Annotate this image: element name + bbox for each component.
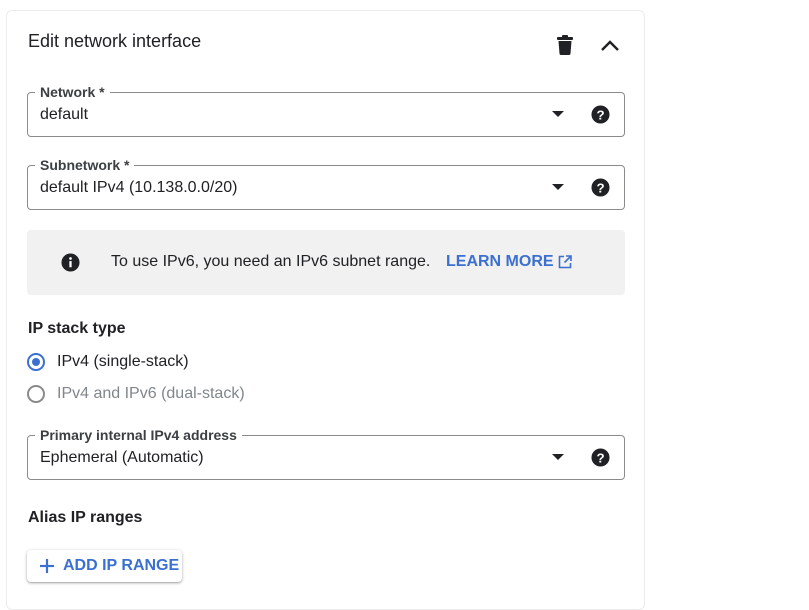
network-label: Network * (35, 83, 110, 101)
help-icon[interactable]: ? (591, 178, 610, 197)
help-icon[interactable]: ? (591, 105, 610, 124)
dropdown-arrow-icon (552, 184, 564, 190)
network-value: default (40, 106, 89, 123)
radio-button-checked[interactable] (27, 353, 45, 371)
primary-ipv4-select[interactable]: Primary internal IPv4 address Ephemeral … (27, 426, 625, 480)
collapse-button[interactable] (597, 33, 623, 59)
subnetwork-select[interactable]: Subnetwork * default IPv4 (10.138.0.0/20… (27, 156, 625, 210)
radio-button-unchecked[interactable] (27, 385, 45, 403)
chevron-up-icon (601, 40, 619, 51)
info-icon (61, 253, 80, 272)
add-ip-range-label: ADD IP RANGE (63, 557, 180, 574)
delete-button[interactable] (552, 32, 578, 58)
primary-ipv4-label: Primary internal IPv4 address (35, 426, 242, 444)
subnetwork-value: default IPv4 (10.138.0.0/20) (40, 179, 238, 196)
network-select[interactable]: Network * default ? (27, 83, 625, 137)
external-link-icon (558, 255, 572, 269)
svg-text:?: ? (596, 107, 604, 122)
svg-text:?: ? (596, 180, 604, 195)
dropdown-arrow-icon (552, 111, 564, 117)
dropdown-arrow-icon (552, 454, 564, 460)
subnetwork-label: Subnetwork * (35, 156, 135, 174)
panel-title: Edit network interface (28, 31, 202, 51)
trash-icon (557, 35, 573, 55)
primary-ipv4-value: Ephemeral (Automatic) (40, 449, 204, 466)
notice-text: To use IPv6, you need an IPv6 subnet ran… (111, 253, 431, 270)
radio-label: IPv4 and IPv6 (dual-stack) (57, 385, 245, 402)
learn-more-label: LEARN MORE (446, 253, 554, 270)
ip-stack-heading: IP stack type (28, 320, 126, 337)
help-icon[interactable]: ? (591, 448, 610, 467)
radio-ipv4-single[interactable]: IPv4 (single-stack) (27, 353, 189, 371)
svg-text:?: ? (596, 450, 604, 465)
radio-ipv4-ipv6-dual[interactable]: IPv4 and IPv6 (dual-stack) (27, 385, 245, 403)
radio-label: IPv4 (single-stack) (57, 353, 189, 370)
ipv6-notice: To use IPv6, you need an IPv6 subnet ran… (27, 230, 625, 295)
alias-ip-heading: Alias IP ranges (28, 509, 143, 526)
plus-icon (40, 559, 54, 573)
learn-more-link[interactable]: LEARN MORE (446, 253, 572, 271)
add-ip-range-button[interactable]: ADD IP RANGE (27, 550, 182, 582)
